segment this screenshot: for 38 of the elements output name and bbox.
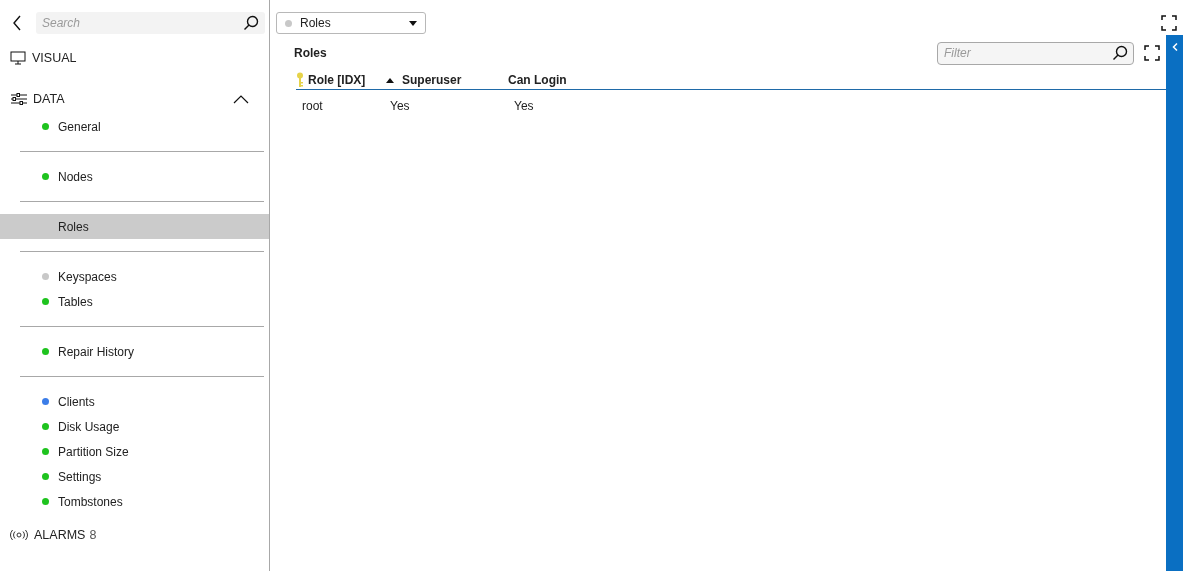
fullscreen-icon[interactable]: [1161, 15, 1177, 31]
search-icon[interactable]: [243, 15, 259, 31]
column-header[interactable]: Can Login: [508, 72, 628, 87]
alarms-label[interactable]: ALARMS: [34, 528, 86, 542]
table-cell-text: root: [301, 99, 324, 113]
section-label[interactable]: DATA: [33, 92, 227, 106]
nav-item[interactable]: General: [0, 114, 269, 139]
column-header[interactable]: Role [IDX]: [296, 71, 384, 88]
column-header[interactable]: Superuser: [384, 72, 508, 87]
nav-item[interactable]: Disk Usage: [0, 414, 269, 439]
alarms-count: 8: [89, 528, 97, 542]
nav-item[interactable]: Nodes: [0, 164, 269, 189]
search-field[interactable]: Search: [36, 12, 265, 34]
filter-field[interactable]: Filter: [937, 41, 1134, 65]
nav-item[interactable]: Settings: [0, 464, 269, 489]
chevron-icon[interactable]: [233, 94, 249, 104]
nav-item[interactable]: Clients: [0, 389, 269, 414]
key-icon: [296, 71, 304, 88]
status-dot: [285, 19, 292, 27]
broadcast-icon: [10, 529, 28, 541]
fullscreen-icon[interactable]: [1144, 45, 1160, 61]
view-dropdown[interactable]: Roles: [276, 12, 426, 34]
table-cell-text: Yes: [513, 99, 535, 113]
table-cell-text: Yes: [389, 99, 411, 113]
section-label[interactable]: VISUAL: [32, 51, 249, 65]
nav-item[interactable]: Partition Size: [0, 439, 269, 464]
monitor-icon: [10, 51, 26, 65]
sliders-icon: [10, 92, 27, 106]
nav-item[interactable]: Roles: [0, 214, 269, 239]
caret-icon: [409, 20, 417, 26]
chevron-left-icon: [1171, 43, 1178, 51]
nav-item[interactable]: Tombstones: [0, 489, 269, 514]
nav-item[interactable]: Keyspaces: [0, 264, 269, 289]
nav-item[interactable]: Repair History: [0, 339, 269, 364]
back-icon[interactable]: [12, 15, 22, 31]
panel-title: Roles: [294, 46, 327, 60]
search-icon[interactable]: [1112, 45, 1128, 61]
nav-item[interactable]: Tables: [0, 289, 269, 314]
